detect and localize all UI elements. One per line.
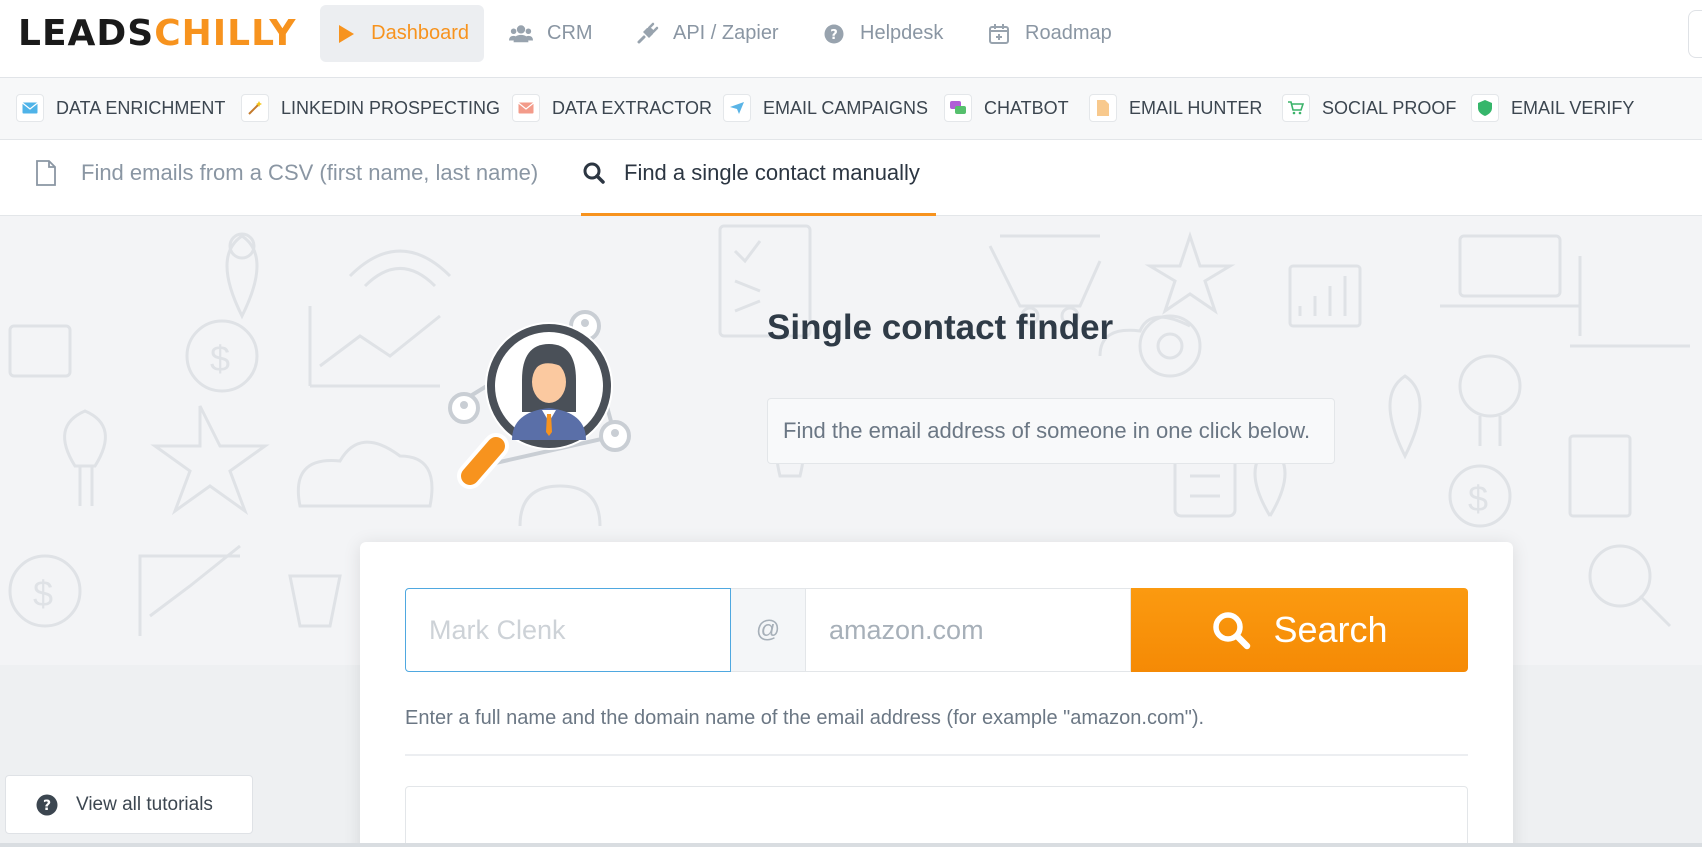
tab-single-contact-label: Find a single contact manually (624, 160, 920, 185)
svg-text:?: ? (43, 798, 51, 814)
tool-data-enrichment[interactable]: DATA ENRICHMENT (16, 92, 225, 124)
nav-helpdesk-label: Helpdesk (860, 22, 944, 44)
svg-text:$: $ (33, 573, 53, 614)
search-icon (581, 160, 607, 186)
horizontal-scrollbar[interactable] (0, 843, 1702, 847)
tool-email-verify[interactable]: EMAIL VERIFY (1471, 92, 1634, 124)
view-all-tutorials-label: View all tutorials (76, 793, 213, 815)
magic-wand-icon (241, 94, 269, 122)
search-card: @ Search Enter a full name and the domai… (360, 542, 1513, 847)
domain-input[interactable] (805, 588, 1131, 672)
tool-email-campaigns[interactable]: EMAIL CAMPAIGNS (723, 92, 928, 124)
search-icon (1211, 610, 1251, 650)
users-icon (509, 22, 533, 46)
tool-data-enrichment-label: DATA ENRICHMENT (56, 97, 226, 118)
top-navbar: LEADSCHILLY Dashboard CRM API / Zapier ?… (0, 0, 1702, 78)
envelope-icon (16, 94, 44, 122)
leadschilly-logo[interactable]: LEADSCHILLY (18, 14, 297, 54)
question-circle-icon: ? (36, 794, 58, 816)
plug-icon (635, 22, 659, 46)
nav-dashboard[interactable]: Dashboard (320, 5, 484, 62)
svg-text:$: $ (1468, 478, 1488, 519)
view-all-tutorials-button[interactable]: ? View all tutorials (5, 775, 253, 834)
contact-finder-illustration (448, 310, 631, 489)
finder-tabs: Find emails from a CSV (first name, last… (0, 140, 1702, 216)
cart-icon (1282, 94, 1310, 122)
paper-plane-icon (723, 94, 751, 122)
tool-email-hunter-label: EMAIL HUNTER (1129, 97, 1263, 118)
logo-part-leads: LEADS (18, 13, 155, 54)
tools-toolbar: DATA ENRICHMENT LINKEDIN PROSPECTING DAT… (0, 78, 1702, 140)
tab-csv-label: Find emails from a CSV (first name, last… (81, 160, 539, 185)
nav-dashboard-label: Dashboard (371, 22, 469, 44)
hero-title: Single contact finder (767, 308, 1114, 347)
tool-email-campaigns-label: EMAIL CAMPAIGNS (763, 97, 929, 118)
full-name-input[interactable] (405, 588, 731, 672)
logo-part-chilly: CHILLY (154, 13, 297, 54)
tool-data-extractor[interactable]: DATA EXTRACTOR (512, 92, 712, 124)
tool-chatbot[interactable]: CHATBOT (944, 92, 1069, 124)
document-icon (1089, 94, 1117, 122)
nav-helpdesk[interactable]: ? Helpdesk (807, 5, 958, 62)
file-icon (33, 160, 59, 186)
nav-api-zapier[interactable]: API / Zapier (620, 5, 794, 62)
tab-single-contact[interactable]: Find a single contact manually (581, 152, 936, 216)
chat-icon (944, 94, 972, 122)
tool-email-hunter[interactable]: EMAIL HUNTER (1089, 92, 1262, 124)
tool-email-verify-label: EMAIL VERIFY (1511, 97, 1635, 118)
play-icon (335, 22, 357, 46)
tool-social-proof[interactable]: SOCIAL PROOF (1282, 92, 1456, 124)
card-divider (405, 754, 1468, 756)
at-symbol: @ (731, 588, 805, 672)
tool-linkedin-prospecting-label: LINKEDIN PROSPECTING (281, 97, 501, 118)
nav-roadmap-label: Roadmap (1025, 22, 1112, 44)
search-button-label: Search (1273, 609, 1388, 650)
mail-icon (512, 94, 540, 122)
results-panel (405, 786, 1468, 847)
tool-linkedin-prospecting[interactable]: LINKEDIN PROSPECTING (241, 92, 500, 124)
svg-text:?: ? (830, 28, 838, 43)
tool-chatbot-label: CHATBOT (984, 97, 1069, 118)
search-button[interactable]: Search (1131, 588, 1468, 672)
tool-social-proof-label: SOCIAL PROOF (1322, 97, 1457, 118)
side-panel-handle[interactable] (1688, 10, 1702, 58)
calendar-plus-icon (987, 22, 1011, 46)
tab-csv[interactable]: Find emails from a CSV (first name, last… (33, 152, 538, 216)
search-help-text: Enter a full name and the domain name of… (405, 707, 1205, 729)
nav-api-zapier-label: API / Zapier (673, 22, 779, 44)
nav-crm[interactable]: CRM (494, 5, 608, 62)
question-circle-icon: ? (822, 22, 846, 46)
svg-text:$: $ (210, 338, 230, 379)
nav-crm-label: CRM (547, 22, 593, 44)
tool-data-extractor-label: DATA EXTRACTOR (552, 97, 713, 118)
hero-subtitle: Find the email address of someone in one… (767, 398, 1335, 464)
shield-icon (1471, 94, 1499, 122)
nav-roadmap[interactable]: Roadmap (972, 5, 1127, 62)
